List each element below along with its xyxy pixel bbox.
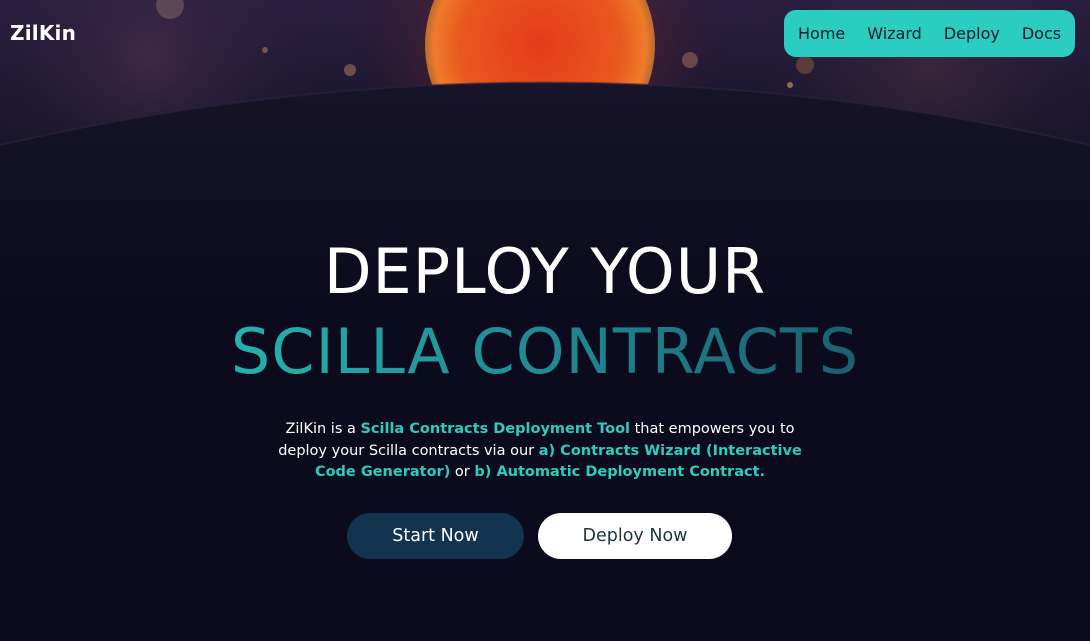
nav-item-wizard[interactable]: Wizard [867, 24, 922, 43]
landing-page: ZilKin Home Wizard Deploy Docs DEPLOY YO… [0, 0, 1090, 641]
description-text-3: or [450, 464, 475, 480]
nav-item-deploy[interactable]: Deploy [944, 24, 1000, 43]
nav-item-home[interactable]: Home [798, 24, 845, 43]
hero-headline-gradient-text: SCILLA CONTRACTS [230, 315, 860, 388]
description-text-1: ZilKin is a [285, 421, 361, 437]
start-now-button[interactable]: Start Now [347, 513, 524, 559]
hero-headline-line2: SCILLA CONTRACTS [0, 316, 1090, 388]
description-highlight-auto-deploy: b) Automatic Deployment Contract. [474, 464, 766, 480]
description-highlight-tool: Scilla Contracts Deployment Tool [360, 421, 631, 437]
hero-description: ZilKin is a Scilla Contracts Deployment … [270, 419, 810, 484]
deploy-now-button[interactable]: Deploy Now [538, 513, 732, 559]
top-navigation: Home Wizard Deploy Docs [784, 10, 1075, 57]
nav-item-docs[interactable]: Docs [1022, 24, 1061, 43]
hero-headline-line1: DEPLOY YOUR [323, 235, 767, 308]
brand-logo[interactable]: ZilKin [10, 21, 76, 45]
